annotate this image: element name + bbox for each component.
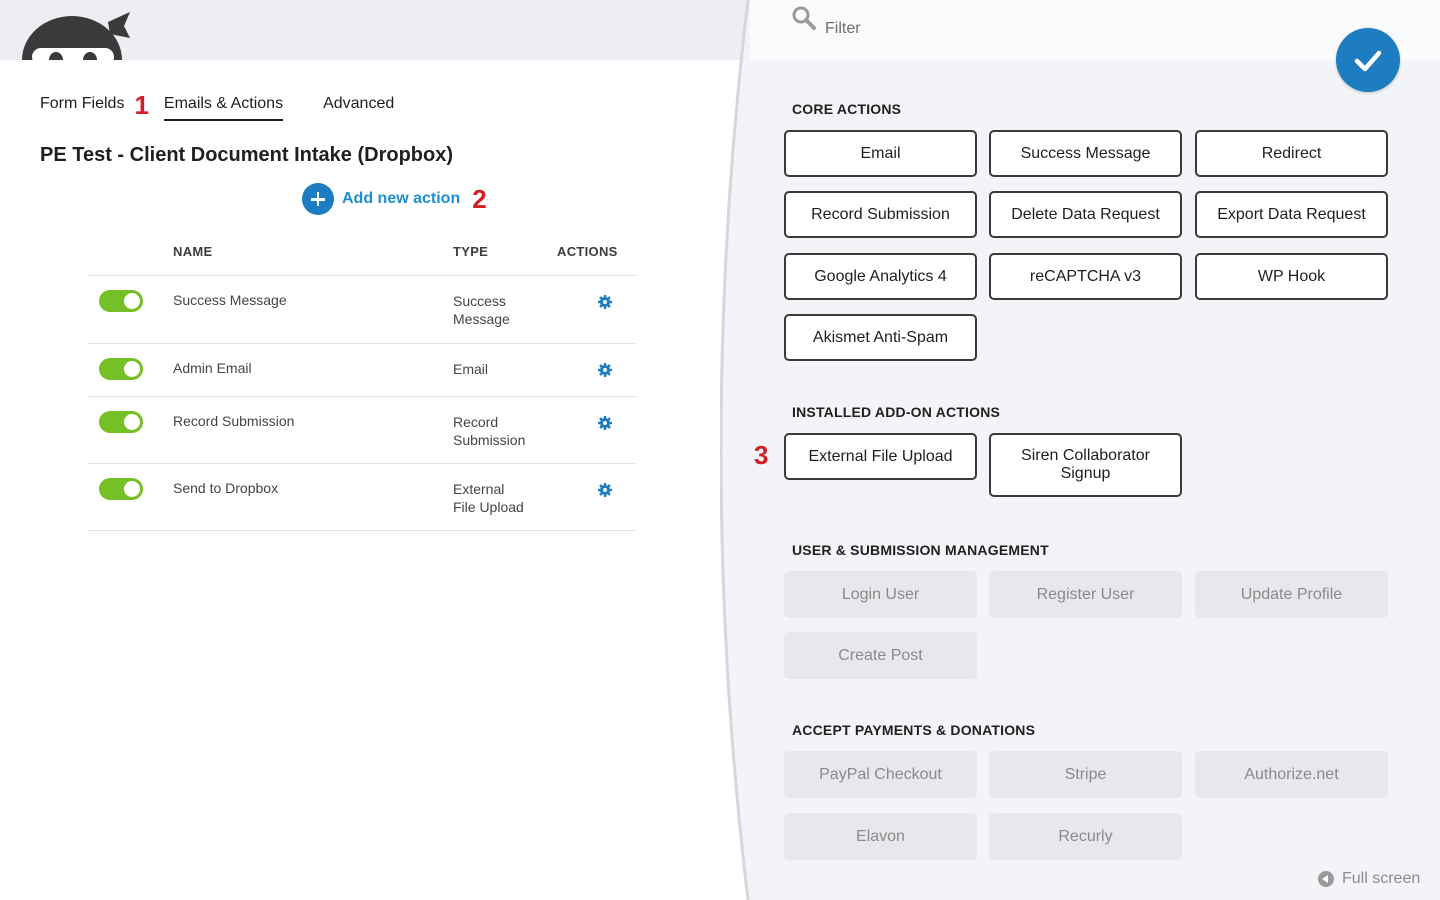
column-header-type: TYPE	[453, 244, 489, 259]
done-button[interactable]	[1336, 28, 1400, 92]
action-recurly[interactable]: Recurly	[989, 813, 1182, 860]
action-elavon[interactable]: Elavon	[784, 813, 977, 860]
arrow-left-icon	[1318, 871, 1334, 887]
column-header-name: NAME	[173, 244, 213, 259]
step-marker-1: 1	[134, 90, 149, 120]
plus-icon	[302, 183, 334, 215]
action-wp-hook[interactable]: WP Hook	[1195, 253, 1388, 300]
action-type: Email	[453, 361, 489, 377]
action-login-user[interactable]: Login User	[784, 571, 977, 618]
filter-input[interactable]	[825, 20, 1225, 38]
action-toggle[interactable]	[99, 290, 143, 312]
form-title: PE Test - Client Document Intake (Dropbo…	[40, 144, 453, 166]
action-name: Admin Email	[173, 360, 252, 376]
action-register-user[interactable]: Register User	[989, 571, 1182, 618]
action-success-message[interactable]: Success Message	[989, 130, 1182, 177]
step-marker-2: 2	[472, 184, 487, 214]
action-toggle[interactable]	[99, 358, 143, 380]
tab-emails-actions[interactable]: Emails & Actions	[163, 95, 284, 121]
action-toggle[interactable]	[99, 478, 143, 500]
action-recaptcha[interactable]: reCAPTCHA v3	[989, 253, 1182, 300]
actions-table: NAME TYPE ACTIONS Success Message Succes…	[88, 232, 636, 531]
action-akismet[interactable]: Akismet Anti-Spam	[784, 314, 977, 361]
action-toggle[interactable]	[99, 411, 143, 433]
checkmark-icon	[1354, 50, 1382, 72]
action-record-submission[interactable]: Record Submission	[784, 191, 977, 238]
gear-icon[interactable]	[597, 362, 613, 378]
action-paypal-checkout[interactable]: PayPal Checkout	[784, 751, 977, 798]
action-name: Send to Dropbox	[173, 480, 279, 496]
ninja-logo	[20, 8, 132, 60]
gear-icon[interactable]	[597, 415, 613, 431]
table-row: Admin Email Email	[88, 344, 636, 397]
action-stripe[interactable]: Stripe	[989, 751, 1182, 798]
table-row: Success Message Success Message	[88, 276, 636, 344]
section-core-actions: CORE ACTIONS	[792, 101, 902, 117]
action-type: Record Submission	[453, 414, 526, 448]
gear-icon[interactable]	[597, 482, 613, 498]
action-google-analytics[interactable]: Google Analytics 4	[784, 253, 977, 300]
action-type: Success Message	[453, 293, 510, 327]
action-delete-data-request[interactable]: Delete Data Request	[989, 191, 1182, 238]
full-screen-label: Full screen	[1342, 870, 1421, 887]
tab-advanced[interactable]: Advanced	[323, 95, 394, 119]
action-siren-collaborator-signup[interactable]: Siren Collaborator Signup	[989, 433, 1182, 497]
search-icon	[792, 6, 816, 30]
action-export-data-request[interactable]: Export Data Request	[1195, 191, 1388, 238]
step-marker-3: 3	[754, 440, 769, 470]
add-new-action-button[interactable]: Add new action 2	[302, 183, 487, 215]
section-user-management: USER & SUBMISSION MANAGEMENT	[792, 542, 1049, 558]
action-authorize-net[interactable]: Authorize.net	[1195, 751, 1388, 798]
builder-tabs: Form Fields 1 Emails & Actions Advanced	[40, 90, 394, 121]
action-update-profile[interactable]: Update Profile	[1195, 571, 1388, 618]
action-redirect[interactable]: Redirect	[1195, 130, 1388, 177]
column-header-actions: ACTIONS	[557, 244, 618, 259]
action-create-post[interactable]: Create Post	[784, 632, 977, 679]
action-name: Success Message	[173, 292, 287, 308]
action-external-file-upload[interactable]: External File Upload	[784, 433, 977, 480]
action-type: External File Upload	[453, 481, 524, 515]
table-row: Record Submission Record Submission	[88, 397, 636, 464]
action-email[interactable]: Email	[784, 130, 977, 177]
action-name: Record Submission	[173, 413, 295, 429]
tab-form-fields[interactable]: Form Fields	[40, 95, 124, 119]
gear-icon[interactable]	[597, 294, 613, 310]
full-screen-toggle[interactable]: Full screen	[1318, 870, 1420, 888]
add-new-action-label: Add new action	[342, 190, 461, 207]
section-payments: ACCEPT PAYMENTS & DONATIONS	[792, 722, 1036, 738]
table-header: NAME TYPE ACTIONS	[88, 232, 636, 276]
section-addon-actions: INSTALLED ADD-ON ACTIONS	[792, 404, 1001, 420]
table-row: Send to Dropbox External File Upload	[88, 464, 636, 531]
